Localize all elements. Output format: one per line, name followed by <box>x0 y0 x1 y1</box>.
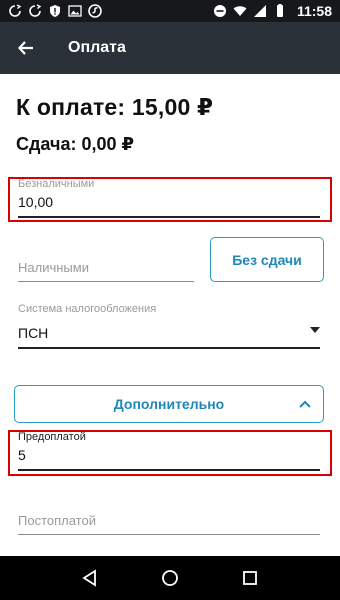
cashless-field[interactable]: Безналичными 10,00 <box>18 178 320 218</box>
app-bar: Оплата <box>0 22 340 74</box>
sync-icon <box>9 4 22 17</box>
navigation-bar <box>0 556 340 600</box>
back-button[interactable] <box>0 22 52 74</box>
additional-toggle-button[interactable]: Дополнительно <box>14 385 324 423</box>
dnd-icon <box>213 5 226 17</box>
page-title: Оплата <box>68 39 126 56</box>
field-underline <box>18 534 320 535</box>
tax-system-select[interactable]: Система налогообложения ПСН <box>18 303 320 349</box>
cashless-label: Безналичными <box>18 178 95 190</box>
payment-form: К оплате: 15,00 ₽ Сдача: 0,00 ₽ Безналич… <box>0 74 340 554</box>
amount-to-pay: К оплате: 15,00 ₽ <box>16 94 214 120</box>
status-time: 11:58 <box>296 3 332 19</box>
field-underline <box>18 281 194 282</box>
field-underline <box>18 216 320 218</box>
status-bar: 11:58 <box>0 0 340 22</box>
field-underline <box>18 469 320 471</box>
back-triangle-icon[interactable] <box>81 569 99 587</box>
change-amount: Сдача: 0,00 ₽ <box>16 134 135 154</box>
cash-field[interactable]: Наличными <box>18 260 194 282</box>
arrow-left-icon <box>18 41 33 55</box>
image-icon <box>68 5 82 17</box>
prepayment-value: 5 <box>18 447 26 463</box>
prepayment-field[interactable]: Предоплатой 5 <box>18 431 320 471</box>
tax-system-label: Система налогообложения <box>18 303 157 315</box>
recents-square-icon[interactable] <box>241 569 259 587</box>
no-change-button[interactable]: Без сдачи <box>210 237 324 282</box>
cash-placeholder: Наличными <box>18 260 89 275</box>
chevron-up-icon <box>299 400 311 408</box>
additional-label: Дополнительно <box>113 396 225 412</box>
postpayment-field[interactable]: Постоплатой <box>18 513 320 535</box>
signal-icon <box>253 5 266 17</box>
home-circle-icon[interactable] <box>161 569 179 587</box>
field-underline <box>18 347 320 349</box>
wifi-icon <box>233 6 247 16</box>
sync-icon <box>29 4 42 17</box>
app-logo-icon <box>88 4 102 18</box>
tax-system-value: ПСН <box>18 325 49 341</box>
postpayment-placeholder: Постоплатой <box>18 513 96 528</box>
dropdown-arrow-icon <box>310 327 320 333</box>
cashless-value: 10,00 <box>18 194 54 210</box>
battery-icon <box>276 4 283 17</box>
shield-alert-icon <box>50 5 60 17</box>
prepayment-label: Предоплатой <box>18 431 86 443</box>
